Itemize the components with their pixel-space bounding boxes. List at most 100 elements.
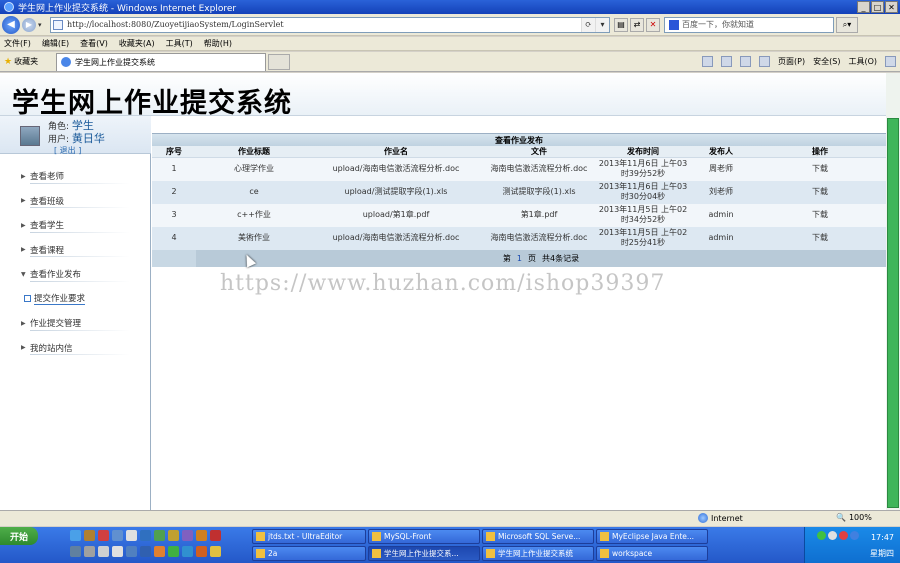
ql-icon[interactable] — [126, 530, 137, 541]
help-icon[interactable] — [885, 56, 896, 67]
page-menu[interactable]: 页面(P) — [778, 56, 805, 67]
ql-icon[interactable] — [168, 546, 179, 557]
maximize-button[interactable]: □ — [871, 1, 884, 13]
ql-icon[interactable] — [154, 546, 165, 557]
download-link[interactable]: 下载 — [754, 157, 886, 181]
clock-time[interactable]: 17:47 — [871, 533, 894, 542]
stop-button[interactable]: ✕ — [646, 17, 660, 32]
ql-icon[interactable] — [140, 530, 151, 541]
ql-icon[interactable] — [70, 546, 81, 557]
ql-icon[interactable] — [182, 546, 193, 557]
back-button[interactable]: ◀ — [2, 15, 20, 34]
feeds-icon[interactable] — [721, 56, 733, 67]
ql-icon[interactable] — [196, 530, 207, 541]
close-button[interactable]: ✕ — [885, 1, 898, 13]
tab-active[interactable]: 学生网上作业提交系统 — [56, 52, 266, 71]
menu-edit[interactable]: 编辑(E) — [42, 38, 69, 49]
ql-icon[interactable] — [112, 546, 123, 557]
menu-favorites[interactable]: 收藏夹(A) — [119, 38, 155, 49]
ql-icon[interactable] — [196, 546, 207, 557]
address-bar[interactable]: http://localhost:8080/ZuoyetijiaoSystem/… — [50, 16, 610, 33]
download-link[interactable]: 下载 — [754, 226, 886, 250]
ql-icon[interactable] — [168, 530, 179, 541]
search-button[interactable]: ⌕▾ — [836, 16, 858, 33]
pager-page-number[interactable]: 1 — [517, 254, 522, 263]
sidebar-item-submissions[interactable]: ▶ 作业提交管理 — [0, 311, 151, 336]
start-button[interactable]: 开始 — [0, 527, 38, 545]
print-icon[interactable] — [759, 56, 771, 67]
sidebar-subitem-requirements[interactable]: 提交作业要求 — [0, 287, 151, 312]
url-dropdown-icon[interactable]: ▾ — [595, 17, 609, 32]
ql-icon[interactable] — [182, 530, 193, 541]
sidebar-item-classes[interactable]: ▶ 查看班级 — [0, 189, 151, 214]
history-dropdown-icon[interactable]: ▾ — [38, 21, 46, 29]
taskbar-button[interactable]: MyEclipse Java Ente... — [596, 529, 708, 544]
quick-launch — [70, 530, 248, 541]
table-row: 1 心理学作业 upload/海南电信激活流程分析.doc 海南电信激活流程分析… — [152, 157, 886, 181]
cell-file: 测试提取字段(1).xls — [480, 180, 598, 204]
menu-view[interactable]: 查看(V) — [80, 38, 108, 49]
cell-title: 心理学作业 — [196, 157, 312, 181]
search-input[interactable]: 百度一下，你就知道 — [664, 16, 834, 33]
watermark: https://www.huzhan.com/ishop39397 — [220, 271, 666, 296]
tray-icon[interactable] — [828, 531, 837, 540]
ql-icon[interactable] — [140, 546, 151, 557]
cell-file: 海南电信激活流程分析.doc — [480, 226, 598, 250]
tray-icon[interactable] — [839, 531, 848, 540]
refresh-button[interactable]: ⇄ — [630, 17, 644, 32]
ql-icon[interactable] — [84, 530, 95, 541]
compat-icon[interactable]: ⟳ — [581, 17, 595, 32]
safety-menu[interactable]: 安全(S) — [813, 56, 840, 67]
download-link[interactable]: 下载 — [754, 180, 886, 204]
col-header: 作业标题 — [196, 146, 312, 158]
ql-icon[interactable] — [98, 546, 109, 557]
new-tab-button[interactable] — [268, 53, 290, 70]
zoom-control[interactable]: 🔍 100% — [836, 513, 872, 522]
sidebar-item-courses[interactable]: ▶ 查看课程 — [0, 238, 151, 263]
ql-icon[interactable] — [154, 530, 165, 541]
sidebar-item-messages[interactable]: ▶ 我的站内信 — [0, 336, 151, 361]
taskbar-button-active[interactable]: 学生网上作业提交系... — [368, 546, 480, 561]
rss-icon[interactable]: ▤ — [614, 17, 628, 32]
favorites-button[interactable]: ★ 收藏夹 — [0, 56, 52, 67]
home-icon[interactable] — [702, 56, 714, 67]
download-link[interactable]: 下载 — [754, 203, 886, 227]
sidebar-item-label: 查看课程 — [30, 245, 65, 256]
taskbar-button[interactable]: Microsoft SQL Serve... — [482, 529, 594, 544]
ql-icon[interactable] — [112, 530, 123, 541]
scrollbar-thumb[interactable] — [887, 118, 899, 508]
mail-icon[interactable] — [740, 56, 752, 67]
sidebar-item-assignments[interactable]: ▼ 查看作业发布 — [0, 262, 151, 287]
status-bar: Internet 🔍 100% — [0, 510, 900, 526]
url-text[interactable]: http://localhost:8080/ZuoyetijiaoSystem/… — [67, 20, 284, 29]
arrow-right-icon: ▶ — [21, 319, 26, 327]
minimize-button[interactable]: _ — [857, 1, 870, 13]
pagination: 第 1 页 共4条记录 — [152, 249, 886, 267]
menu-file[interactable]: 文件(F) — [4, 38, 31, 49]
ql-icon[interactable] — [210, 530, 221, 541]
window-titlebar: 学生网上作业提交系统 - Windows Internet Explorer _… — [0, 0, 900, 14]
sidebar-item-teachers[interactable]: ▶ 查看老师 — [0, 164, 151, 189]
taskbar-button[interactable]: 2a — [252, 546, 366, 561]
menu-help[interactable]: 帮助(H) — [204, 38, 232, 49]
sidebar-item-students[interactable]: ▶ 查看学生 — [0, 213, 151, 238]
menu-tools[interactable]: 工具(T) — [166, 38, 193, 49]
ql-icon[interactable] — [98, 530, 109, 541]
ql-icon[interactable] — [126, 546, 137, 557]
tools-menu[interactable]: 工具(O) — [848, 56, 877, 67]
vertical-scrollbar[interactable] — [886, 73, 900, 510]
ql-icon[interactable] — [70, 530, 81, 541]
taskbar-button[interactable]: MySQL-Front — [368, 529, 480, 544]
col-header: 作业名 — [312, 146, 480, 158]
assignments-table: 序号 作业标题 作业名 文件 发布时间 发布人 操作 1 心理学作业 uploa… — [152, 146, 886, 250]
taskbar-button[interactable]: 学生网上作业提交系统 — [482, 546, 594, 561]
sidebar-item-label: 查看班级 — [30, 196, 65, 207]
ql-icon[interactable] — [210, 546, 221, 557]
forward-button[interactable]: ▶ — [22, 17, 36, 32]
ql-icon[interactable] — [84, 546, 95, 557]
taskbar-button[interactable]: workspace — [596, 546, 708, 561]
tray-icon[interactable] — [817, 531, 826, 540]
tray-icon[interactable] — [850, 531, 859, 540]
logout-link[interactable]: [ 退出 ] — [54, 145, 81, 156]
taskbar-button[interactable]: jtds.txt - UltraEditor — [252, 529, 366, 544]
